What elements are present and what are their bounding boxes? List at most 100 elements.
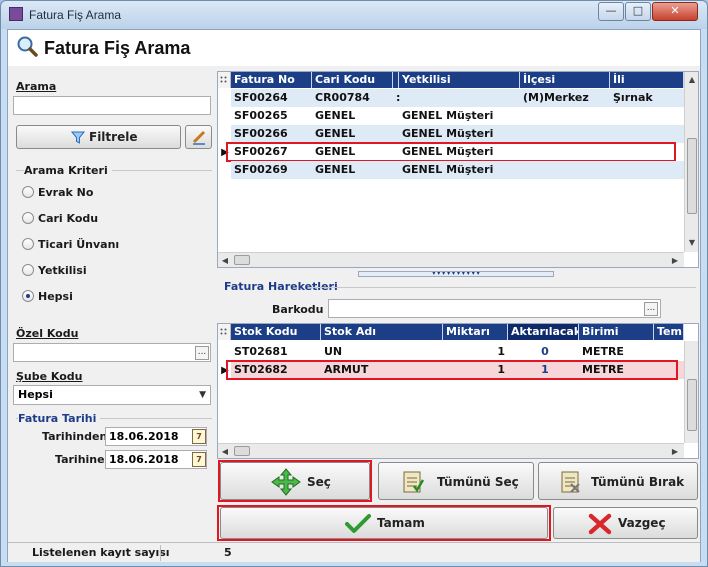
radio-ticari-unvani-label: Ticari Ünvanı — [38, 238, 120, 251]
scroll-down-icon[interactable]: ▼ — [685, 238, 698, 247]
splitter-handle[interactable]: ▾ ▾ ▾ ▾ ▾ ▾ ▾ ▾ ▾ ▾ — [358, 271, 554, 277]
tarihine-value: 18.06.2018 — [109, 453, 179, 466]
table-cell: SF00265 — [234, 109, 288, 122]
table-cell: GENEL Müşteri — [402, 127, 494, 140]
grid-menu-icon — [220, 76, 227, 83]
scroll-up-icon[interactable]: ▲ — [685, 75, 698, 84]
record-count: 5 — [224, 546, 232, 559]
tamam-button[interactable]: Tamam — [220, 507, 548, 539]
chevron-down-icon: ▼ — [199, 390, 206, 400]
table-cell: ARMUT — [324, 363, 369, 376]
col-fatura-no[interactable]: Fatura No — [231, 72, 312, 88]
tarihine-label: Tarihine — [55, 453, 105, 466]
invoice-vscrollbar[interactable]: ▲ ▼ — [684, 72, 698, 252]
table-cell: GENEL Müşteri — [402, 145, 494, 158]
window-title: Fatura Fiş Arama — [29, 8, 122, 22]
barkodu-input[interactable] — [328, 299, 661, 318]
title-bar: Fatura Fiş Arama — □ ✕ — [1, 1, 707, 29]
radio-ticari-unvani[interactable] — [22, 238, 34, 250]
col-miktari[interactable]: Miktarı — [443, 324, 508, 340]
arama-input[interactable] — [13, 96, 211, 115]
ozel-kodu-input[interactable] — [13, 343, 211, 362]
scroll-right-icon[interactable]: ▶ — [668, 256, 682, 265]
invoice-grid: Fatura No Cari Kodu Yetkilisi İlçesi İli… — [217, 71, 699, 268]
sube-kodu-value: Hepsi — [18, 388, 53, 401]
calendar-icon[interactable]: 7 — [192, 452, 206, 467]
table-cell: SF00267 — [234, 145, 288, 158]
radio-evrak-no-label: Evrak No — [38, 186, 94, 199]
radio-evrak-no[interactable] — [22, 186, 34, 198]
invoice-hscrollbar[interactable]: ◀ ▶ — [218, 252, 684, 267]
calendar-icon[interactable]: 7 — [192, 429, 206, 444]
col-ili[interactable]: İli — [610, 72, 684, 88]
sec-button[interactable]: Seç — [220, 462, 370, 500]
sube-kodu-select[interactable]: Hepsi ▼ — [13, 385, 211, 405]
minimize-button[interactable]: — — [598, 2, 624, 21]
page-header: Fatura Fiş Arama — [8, 30, 700, 66]
col-stok-kodu[interactable]: Stok Kodu — [231, 324, 321, 340]
table-cell: SF00264 — [234, 91, 288, 104]
pencil-icon — [192, 130, 206, 145]
scroll-right-icon[interactable]: ▶ — [668, 447, 682, 456]
scroll-left-icon[interactable]: ◀ — [218, 256, 232, 265]
scroll-thumb[interactable] — [687, 379, 697, 431]
checklist-icon — [403, 471, 425, 493]
checkmark-icon — [345, 514, 371, 533]
dialog-window: Fatura Fiş Arama — □ ✕ Fatura Fiş Arama … — [0, 0, 708, 567]
col-yetkilisi[interactable]: Yetkilisi — [399, 72, 520, 88]
table-cell: GENEL — [315, 163, 356, 176]
table-cell: Şırnak — [613, 91, 653, 104]
tumunu-birak-button[interactable]: Tümünü Bırak — [538, 462, 698, 500]
table-cell: SF00269 — [234, 163, 288, 176]
close-button[interactable]: ✕ — [652, 2, 698, 21]
col-tem[interactable]: Tem — [654, 324, 684, 340]
col-aktarilacak[interactable]: Aktarılacak — [508, 324, 579, 340]
table-cell[interactable]: 1 — [508, 361, 579, 379]
table-cell: METRE — [582, 345, 624, 358]
scroll-thumb[interactable] — [687, 138, 697, 214]
scroll-left-icon[interactable]: ◀ — [218, 447, 232, 456]
filter-icon — [71, 131, 85, 144]
sec-label: Seç — [307, 475, 331, 489]
ozel-kodu-lookup-icon[interactable]: ... — [195, 346, 209, 360]
scroll-thumb[interactable] — [234, 255, 250, 265]
scroll-thumb[interactable] — [234, 446, 250, 456]
grid-corner — [218, 72, 231, 88]
radio-hepsi[interactable] — [22, 290, 34, 302]
tarihinden-label: Tarihinden — [42, 430, 108, 443]
uncheck-list-icon — [561, 471, 580, 493]
tarihinden-value: 18.06.2018 — [109, 430, 179, 443]
table-cell: ST02682 — [234, 363, 288, 376]
current-row-indicator-icon: ▶ — [221, 147, 229, 158]
filtrele-button[interactable]: Filtrele — [16, 125, 181, 149]
table-cell: GENEL Müşteri — [402, 163, 494, 176]
col-birimi[interactable]: Birimi — [579, 324, 654, 340]
status-label: Listelenen kayıt sayısı — [32, 546, 170, 559]
radio-cari-kodu[interactable] — [22, 212, 34, 224]
tumunu-sec-button[interactable]: Tümünü Seç — [378, 462, 534, 500]
table-cell: : — [396, 91, 401, 104]
table-cell[interactable]: 0 — [508, 343, 579, 361]
left-filter-panel: Arama Filtrele Arama Kriteri Evrak No Ca… — [8, 66, 214, 542]
movement-grid: Stok Kodu Stok Adı Miktarı Aktarılacak B… — [217, 323, 699, 459]
movement-vscrollbar[interactable] — [684, 341, 698, 443]
arama-label: Arama — [16, 80, 57, 93]
client-area: Fatura Fiş Arama Arama Filtrele Arama Kr… — [7, 29, 701, 562]
filtrele-label: Filtrele — [89, 130, 138, 144]
movement-hscrollbar[interactable]: ◀ ▶ — [218, 443, 684, 458]
current-row-indicator-icon: ▶ — [221, 365, 229, 376]
maximize-button[interactable]: □ — [625, 2, 651, 21]
fatura-tarihi-label: Fatura Tarihi — [18, 412, 101, 425]
barkodu-lookup-icon[interactable]: ... — [644, 302, 658, 316]
page-title: Fatura Fiş Arama — [44, 38, 191, 58]
col-ilcesi[interactable]: İlçesi — [520, 72, 610, 88]
table-cell: ST02681 — [234, 345, 288, 358]
table-cell: CR00784 — [315, 91, 370, 104]
edit-filter-button[interactable] — [185, 125, 212, 149]
tumunu-birak-label: Tümünü Bırak — [591, 475, 685, 489]
radio-yetkilisi[interactable] — [22, 264, 34, 276]
sube-kodu-label: Şube Kodu — [16, 370, 83, 383]
vazgec-button[interactable]: Vazgeç — [553, 507, 698, 539]
col-cari-kodu[interactable]: Cari Kodu — [312, 72, 393, 88]
col-stok-adi[interactable]: Stok Adı — [321, 324, 443, 340]
